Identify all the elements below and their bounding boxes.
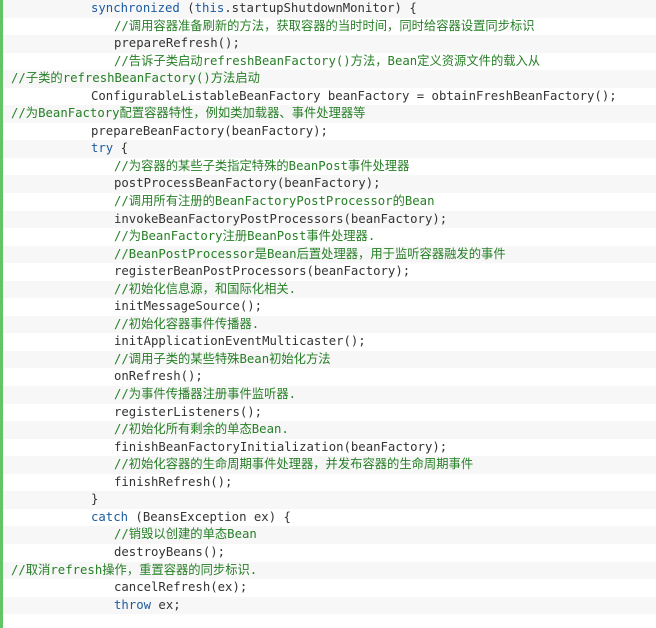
code-token-cmt: //BeanPostProcessor是Bean后置处理器，用于监听容器融发的事…: [114, 246, 506, 261]
code-line: //子类的refreshBeanFactory()方法启动: [3, 70, 656, 88]
code-line: //告诉子类启动refreshBeanFactory()方法，Bean定义资源文…: [3, 52, 656, 71]
code-line: //为事件传播器注册事件监听器.: [3, 386, 656, 404]
code-token-cmt: //销毁以创建的单态Bean: [114, 527, 257, 542]
code-token-pl: invokeBeanFactoryPostProcessors(beanFact…: [114, 211, 448, 226]
code-line: //初始化容器事件传播器.: [3, 315, 656, 334]
code-line: //为BeanFactory配置容器特性，例如类加载器、事件处理器等: [3, 105, 656, 123]
code-line: //为BeanFactory注册BeanPost事件处理器.: [3, 228, 656, 246]
code-line: //为容器的某些子类指定特殊的BeanPost事件处理器: [3, 157, 656, 176]
code-token-kw: throw: [114, 597, 152, 612]
code-line: //初始化容器的生命周期事件处理器，并发布容器的生命周期事件: [3, 456, 656, 474]
code-token-pl: ConfigurableListableBeanFactory beanFact…: [91, 88, 617, 103]
code-line: //调用子类的某些特殊Bean初始化方法: [3, 350, 656, 369]
code-token-pl: finishRefresh();: [114, 474, 233, 489]
code-token-pl: }: [91, 492, 99, 507]
code-token-kw: catch: [91, 509, 129, 524]
code-line: //初始化信息源，和国际化相关.: [3, 280, 656, 299]
code-line: throw ex;: [3, 596, 656, 615]
code-token-cmt: //初始化所有剩余的单态Bean.: [114, 422, 289, 437]
code-line: invokeBeanFactoryPostProcessors(beanFact…: [3, 210, 656, 229]
code-line: initMessageSource();: [3, 298, 656, 316]
code-line: onRefresh();: [3, 368, 656, 387]
code-token-pl: {: [113, 141, 129, 156]
code-token-kw: this: [194, 1, 225, 15]
code-line: registerListeners();: [3, 403, 656, 422]
code-token-pl: (BeansException ex) {: [128, 509, 291, 524]
code-line: //调用容器准备刷新的方法，获取容器的当时时间，同时给容器设置同步标识: [3, 17, 656, 36]
code-line: //BeanPostProcessor是Bean后置处理器，用于监听容器融发的事…: [3, 245, 656, 264]
code-token-pl: registerListeners();: [114, 404, 263, 419]
code-line: cancelRefresh(ex);: [3, 579, 656, 597]
code-line: ConfigurableListableBeanFactory beanFact…: [3, 87, 656, 106]
code-token-cmt: //为BeanFactory注册BeanPost事件处理器.: [114, 229, 376, 244]
code-line: synchronized (this.startupShutdownMonito…: [3, 0, 656, 18]
code-line: prepareRefresh();: [3, 35, 656, 53]
code-token-pl: postProcessBeanFactory(beanFactory);: [114, 176, 381, 191]
code-token-pl: finishBeanFactoryInitialization(beanFact…: [114, 439, 448, 454]
code-token-pl: prepareRefresh();: [114, 36, 240, 51]
code-token-pl: ex;: [151, 597, 181, 612]
code-token-cmt: //调用所有注册的BeanFactoryPostProcessor的Bean: [114, 194, 435, 209]
code-token-pl: destroyBeans();: [114, 544, 226, 559]
code-line: postProcessBeanFactory(beanFactory);: [3, 175, 656, 194]
code-line: //取消refresh操作，重置容器的同步标识.: [3, 561, 656, 580]
code-token-pl: onRefresh();: [114, 369, 203, 384]
code-token-pl: cancelRefresh(ex);: [114, 580, 248, 595]
code-token-cmt: //子类的refreshBeanFactory()方法启动: [11, 71, 260, 86]
code-token-pl: .startupShutdownMonitor) {: [224, 1, 417, 15]
code-token-pl: registerBeanPostProcessors(beanFactory);: [114, 264, 411, 279]
code-token-kw: synchronized: [91, 1, 180, 15]
code-line: finishRefresh();: [3, 473, 656, 492]
code-token-pl: initApplicationEventMulticaster();: [114, 334, 366, 349]
code-line: prepareBeanFactory(beanFactory);: [3, 122, 656, 141]
code-token-cmt: //调用子类的某些特殊Bean初始化方法: [114, 351, 331, 366]
code-token-cmt: //初始化容器的生命周期事件处理器，并发布容器的生命周期事件: [114, 457, 474, 472]
code-lines-container: synchronized (this.startupShutdownMonito…: [3, 0, 656, 615]
code-token-cmt: //为BeanFactory配置容器特性，例如类加载器、事件处理器等: [11, 106, 366, 121]
code-line: destroyBeans();: [3, 543, 656, 562]
code-token-cmt: //调用容器准备刷新的方法，获取容器的当时时间，同时给容器设置同步标识: [114, 18, 535, 33]
code-token-pl: initMessageSource();: [114, 299, 263, 314]
code-token-cmt: //初始化信息源，和国际化相关.: [114, 281, 297, 296]
code-line: catch (BeansException ex) {: [3, 508, 656, 527]
code-line: //销毁以创建的单态Bean: [3, 526, 656, 544]
code-token-kw: try: [91, 141, 114, 156]
code-token-cmt: //初始化容器事件传播器.: [114, 316, 260, 331]
code-line: finishBeanFactoryInitialization(beanFact…: [3, 438, 656, 457]
code-token-cmt: //告诉子类启动refreshBeanFactory()方法，Bean定义资源文…: [114, 53, 541, 68]
code-token-cmt: //为容器的某些子类指定特殊的BeanPost事件处理器: [114, 158, 410, 173]
code-token-cmt: //为事件传播器注册事件监听器.: [114, 387, 297, 402]
code-token-cmt: //取消refresh操作，重置容器的同步标识.: [11, 562, 258, 577]
code-line: //调用所有注册的BeanFactoryPostProcessor的Bean: [3, 193, 656, 211]
code-line: }: [3, 491, 656, 509]
code-token-pl: prepareBeanFactory(beanFactory);: [91, 123, 328, 138]
code-line: registerBeanPostProcessors(beanFactory);: [3, 263, 656, 281]
code-line: try {: [3, 140, 656, 158]
code-line: initApplicationEventMulticaster();: [3, 333, 656, 351]
code-snippet-block[interactable]: synchronized (this.startupShutdownMonito…: [0, 0, 656, 628]
code-token-pl: (: [179, 1, 195, 15]
code-line: //初始化所有剩余的单态Bean.: [3, 421, 656, 439]
